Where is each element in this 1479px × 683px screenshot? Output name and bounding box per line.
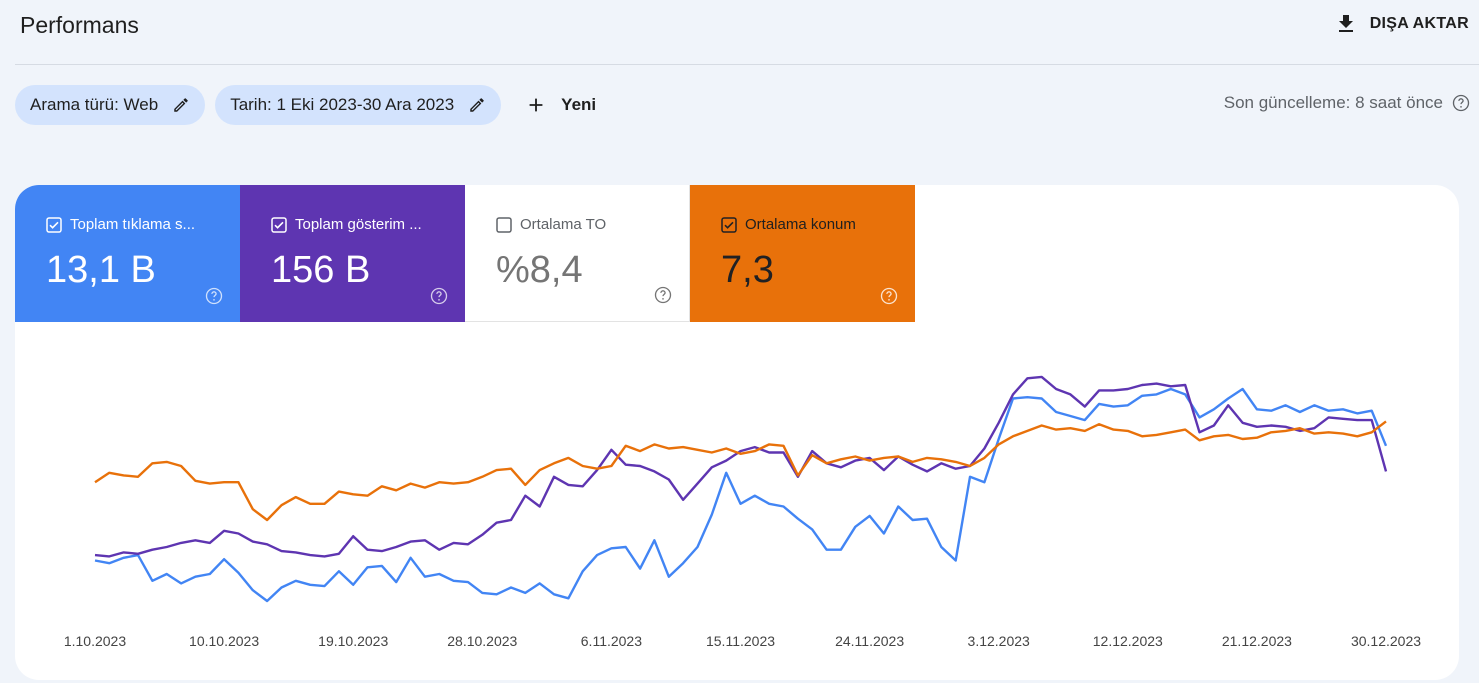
last-update-text: Son güncelleme: 8 saat önce: [1223, 93, 1443, 112]
help-icon[interactable]: [429, 286, 449, 306]
checkbox-checked-icon[interactable]: [721, 216, 737, 233]
search-type-filter-chip[interactable]: Arama türü: Web: [15, 85, 206, 125]
x-tick-label: 12.12.2023: [1093, 633, 1163, 649]
x-tick-label: 1.10.2023: [64, 633, 126, 649]
x-tick-label: 28.10.2023: [447, 633, 517, 649]
help-icon[interactable]: [653, 285, 673, 305]
x-tick-label: 6.11.2023: [581, 633, 642, 649]
new-filter-button[interactable]: Yeni: [511, 85, 610, 125]
x-tick-label: 19.10.2023: [318, 633, 388, 649]
metric-total-impressions[interactable]: Toplam gösterim ... 156 B: [240, 185, 465, 322]
search-type-filter-label: Arama türü: Web: [30, 95, 159, 114]
date-filter-label: Tarih: 1 Eki 2023-30 Ara 2023: [230, 95, 455, 114]
metric-average-position[interactable]: Ortalama konum 7,3: [690, 185, 915, 322]
metric-label: Toplam gösterim ...: [295, 216, 422, 233]
x-tick-label: 10.10.2023: [189, 633, 259, 649]
checkbox-checked-icon[interactable]: [271, 216, 287, 233]
edit-icon: [470, 98, 484, 112]
new-filter-label: Yeni: [561, 95, 597, 114]
edit-icon: [174, 98, 188, 112]
date-filter-chip[interactable]: Tarih: 1 Eki 2023-30 Ara 2023: [215, 85, 502, 125]
help-icon[interactable]: [879, 286, 899, 306]
filter-bar: Arama türü: Web Tarih: 1 Eki 2023-30 Ara…: [15, 85, 610, 125]
checkbox-unchecked-icon[interactable]: [496, 216, 512, 233]
help-icon[interactable]: [1451, 93, 1471, 113]
export-button[interactable]: DIŞA AKTAR: [1334, 12, 1469, 36]
metric-label: Ortalama konum: [745, 216, 856, 233]
x-tick-label: 3.12.2023: [968, 633, 1030, 649]
performance-line-chart[interactable]: 1.10.2023 10.10.2023 19.10.2023 28.10.2023 6…: [15, 322, 1459, 680]
x-tick-label: 15.11.2023: [706, 633, 775, 649]
last-update-info: Son güncelleme: 8 saat önce: [1224, 93, 1471, 113]
checkbox-checked-icon[interactable]: [46, 216, 62, 233]
export-label: DIŞA AKTAR: [1369, 15, 1469, 32]
page-header: Performans DIŞA AKTAR: [0, 0, 1479, 64]
x-tick-label: 24.11.2023: [835, 633, 904, 649]
performance-card: Toplam tıklama s... 13,1 B Toplam göster…: [15, 185, 1459, 680]
metric-average-ctr[interactable]: Ortalama TO %8,4: [465, 185, 690, 322]
series-line-2: [94, 420, 1387, 522]
x-tick-label: 30.12.2023: [1351, 633, 1421, 649]
series-line-0: [94, 387, 1388, 603]
metric-total-clicks[interactable]: Toplam tıklama s... 13,1 B: [15, 185, 240, 322]
page-title: Performans: [20, 12, 139, 38]
plus-icon: [529, 98, 543, 112]
header-divider: [15, 64, 1479, 65]
metric-label: Ortalama TO: [520, 216, 607, 233]
download-icon: [1338, 15, 1353, 32]
x-tick-label: 21.12.2023: [1222, 633, 1292, 649]
metric-label: Toplam tıklama s...: [70, 216, 196, 233]
help-icon[interactable]: [204, 286, 224, 306]
